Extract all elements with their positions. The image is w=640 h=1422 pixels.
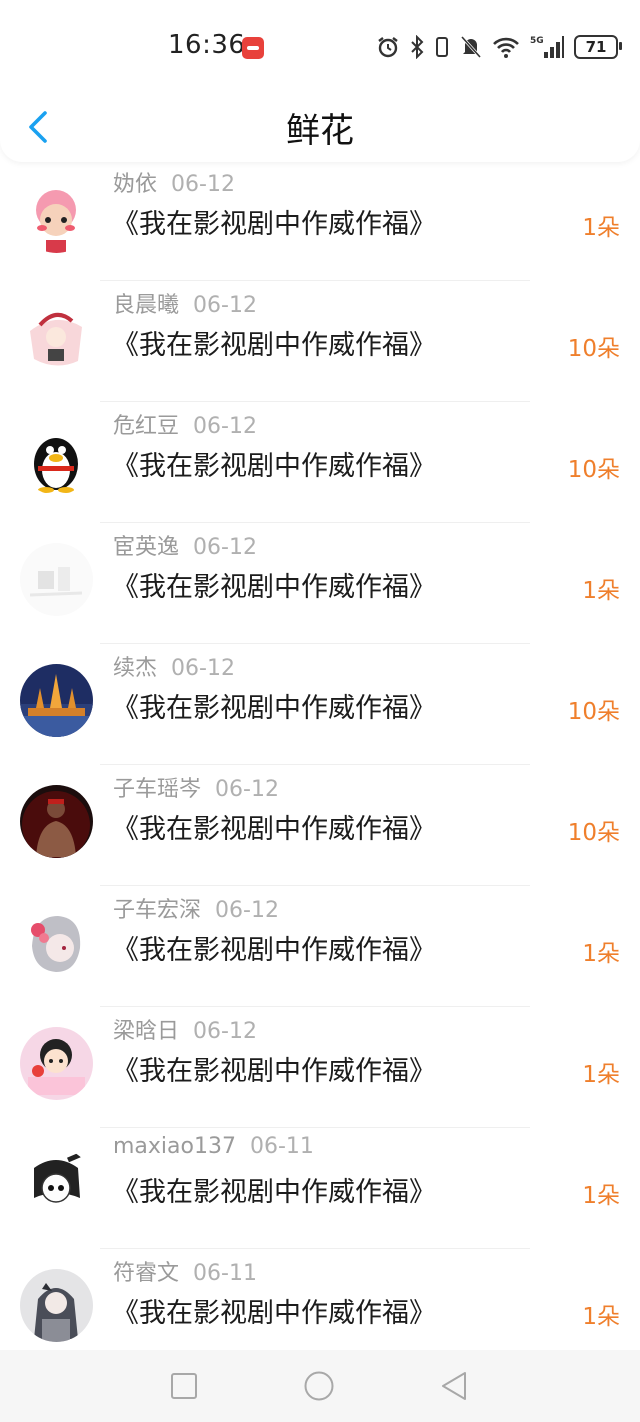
record-date: 06-12 xyxy=(215,898,279,923)
avatar[interactable] xyxy=(20,301,93,374)
triangle-back-icon xyxy=(442,1372,466,1400)
circle-icon xyxy=(304,1371,334,1401)
battery-icon: 71 xyxy=(574,35,622,59)
user-name[interactable]: 子车宏深 xyxy=(113,898,201,923)
user-name[interactable]: 子车瑶岑 xyxy=(113,777,201,802)
book-title[interactable]: 《我在影视剧中作威作福》 xyxy=(112,565,436,604)
user-name[interactable]: 续杰 xyxy=(113,656,157,681)
record-meta: 妫依 06-12 xyxy=(113,166,235,198)
flower-record-row[interactable]: 宦英逸 06-12 《我在影视剧中作威作福》 1朵 xyxy=(0,523,640,644)
avatar[interactable] xyxy=(20,180,93,253)
mute-icon xyxy=(460,35,482,59)
flower-count: 1朵 xyxy=(582,215,620,241)
flower-count: 1朵 xyxy=(582,1183,620,1209)
user-name[interactable]: 妫依 xyxy=(113,172,157,197)
book-title[interactable]: 《我在影视剧中作威作福》 xyxy=(112,202,436,241)
record-date: 06-12 xyxy=(193,1019,257,1044)
page-title: 鲜花 xyxy=(286,111,354,151)
user-name[interactable]: maxiao137 xyxy=(113,1134,236,1159)
record-meta: 子车宏深 06-12 xyxy=(113,892,279,924)
avatar[interactable] xyxy=(20,664,93,737)
carrier-icon xyxy=(242,37,264,59)
back-nav-button[interactable] xyxy=(438,1370,470,1402)
status-bar: 16:36 5G 71 xyxy=(0,0,640,96)
record-date: 06-12 xyxy=(193,293,257,318)
flower-record-row[interactable]: 续杰 06-12 《我在影视剧中作威作福》 10朵 xyxy=(0,644,640,765)
record-date: 06-12 xyxy=(171,656,235,681)
flower-count: 10朵 xyxy=(567,336,620,362)
flower-count: 1朵 xyxy=(582,578,620,604)
record-meta: 良晨曦 06-12 xyxy=(113,287,257,319)
record-date: 06-11 xyxy=(193,1261,257,1286)
flower-record-row[interactable]: 良晨曦 06-12 《我在影视剧中作威作福》 10朵 xyxy=(0,281,640,402)
avatar[interactable] xyxy=(20,1269,93,1342)
book-title[interactable]: 《我在影视剧中作威作福》 xyxy=(112,1049,436,1088)
flower-count: 1朵 xyxy=(582,941,620,967)
flower-record-row[interactable]: 梁晗日 06-12 《我在影视剧中作威作福》 1朵 xyxy=(0,1007,640,1128)
record-date: 06-12 xyxy=(193,414,257,439)
square-icon xyxy=(171,1373,197,1399)
flower-record-row[interactable]: maxiao137 06-11 《我在影视剧中作威作福》 1朵 xyxy=(0,1128,640,1249)
alarm-icon xyxy=(376,35,400,59)
battery-level: 71 xyxy=(585,38,607,56)
user-name[interactable]: 梁晗日 xyxy=(113,1019,179,1044)
network-label: 5G xyxy=(530,36,544,46)
flower-record-row[interactable]: 子车瑶岑 06-12 《我在影视剧中作威作福》 10朵 xyxy=(0,765,640,886)
signal-icon: 5G xyxy=(530,34,564,60)
book-title[interactable]: 《我在影视剧中作威作福》 xyxy=(112,686,436,725)
record-date: 06-11 xyxy=(249,1134,314,1159)
flower-count: 10朵 xyxy=(567,457,620,483)
top-bar: 16:36 5G 71 鲜花 xyxy=(0,0,640,162)
user-name[interactable]: 宦英逸 xyxy=(113,535,179,560)
recents-button[interactable] xyxy=(168,1370,200,1402)
wifi-icon xyxy=(492,35,520,59)
flower-record-row[interactable]: 危红豆 06-12 《我在影视剧中作威作福》 10朵 xyxy=(0,402,640,523)
bluetooth-icon xyxy=(410,35,424,59)
flower-count: 1朵 xyxy=(582,1062,620,1088)
flower-list: 妫依 06-12 《我在影视剧中作威作福》 1朵 良晨曦 06-12 《我在影视剧中作威作福… xyxy=(0,160,640,1370)
book-title[interactable]: 《我在影视剧中作威作福》 xyxy=(112,323,436,362)
system-nav-bar xyxy=(0,1350,640,1422)
avatar[interactable] xyxy=(20,1148,93,1221)
book-title[interactable]: 《我在影视剧中作威作福》 xyxy=(112,807,436,846)
avatar[interactable] xyxy=(20,543,93,616)
record-meta: 续杰 06-12 xyxy=(113,650,235,682)
book-title[interactable]: 《我在影视剧中作威作福》 xyxy=(112,928,436,967)
book-title[interactable]: 《我在影视剧中作威作福》 xyxy=(112,1291,436,1330)
flower-count: 10朵 xyxy=(567,820,620,846)
avatar[interactable] xyxy=(20,906,93,979)
record-meta: maxiao137 06-11 xyxy=(113,1134,314,1159)
record-meta: 梁晗日 06-12 xyxy=(113,1013,257,1045)
book-title[interactable]: 《我在影视剧中作威作福》 xyxy=(112,444,436,483)
flower-record-row[interactable]: 妫依 06-12 《我在影视剧中作威作福》 1朵 xyxy=(0,160,640,281)
user-name[interactable]: 良晨曦 xyxy=(113,293,179,318)
record-date: 06-12 xyxy=(171,172,235,197)
home-button[interactable] xyxy=(303,1370,335,1402)
user-name[interactable]: 符睿文 xyxy=(113,1261,179,1286)
status-time: 16:36 xyxy=(168,30,246,60)
record-meta: 符睿文 06-11 xyxy=(113,1255,257,1287)
avatar[interactable] xyxy=(20,785,93,858)
record-meta: 宦英逸 06-12 xyxy=(113,529,257,561)
avatar[interactable] xyxy=(20,422,93,495)
book-title[interactable]: 《我在影视剧中作威作福》 xyxy=(112,1170,436,1209)
user-name[interactable]: 危红豆 xyxy=(113,414,179,439)
record-date: 06-12 xyxy=(193,535,257,560)
record-date: 06-12 xyxy=(215,777,279,802)
record-meta: 子车瑶岑 06-12 xyxy=(113,771,279,803)
flower-count: 1朵 xyxy=(582,1304,620,1330)
avatar[interactable] xyxy=(20,1027,93,1100)
flower-count: 10朵 xyxy=(567,699,620,725)
record-meta: 危红豆 06-12 xyxy=(113,408,257,440)
flower-record-row[interactable]: 子车宏深 06-12 《我在影视剧中作威作福》 1朵 xyxy=(0,886,640,1007)
vibrate-icon xyxy=(434,35,450,59)
